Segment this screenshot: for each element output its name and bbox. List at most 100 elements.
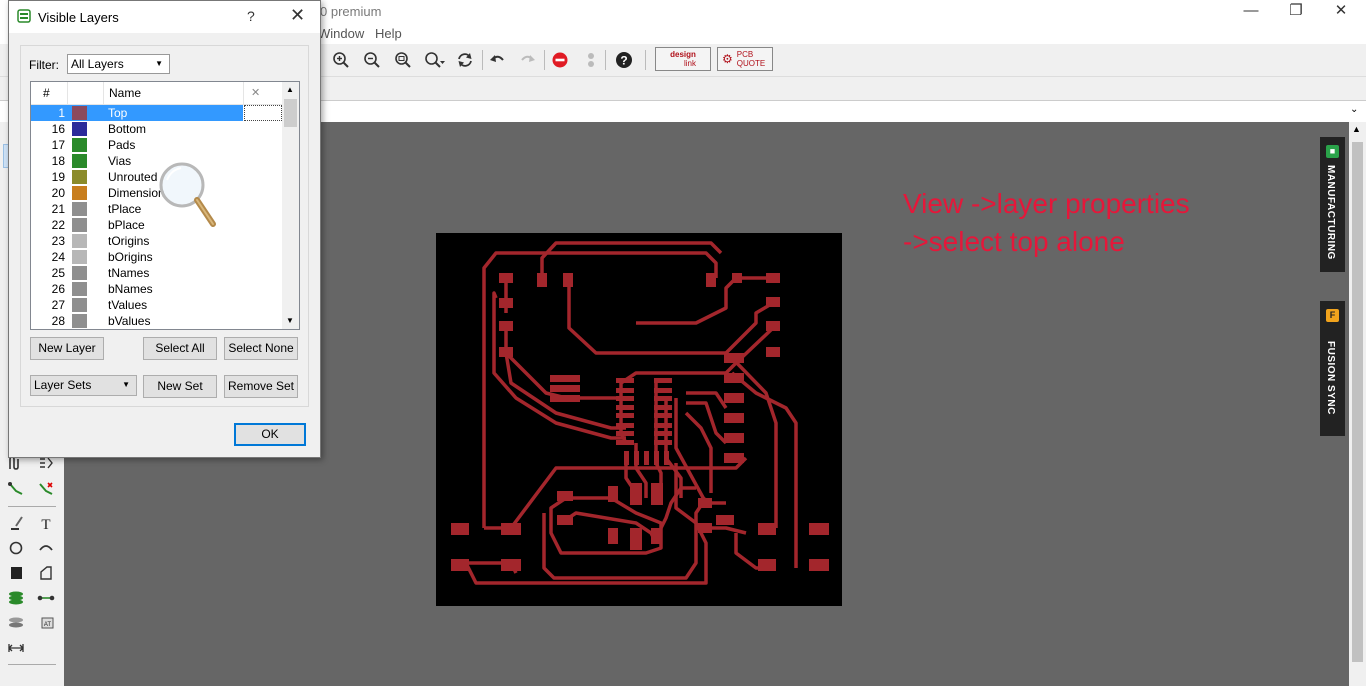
filter-label: Filter:: [29, 58, 59, 72]
clear-column-icon[interactable]: ✕: [251, 86, 260, 99]
layers-icon[interactable]: [4, 587, 28, 609]
zoom-fit-icon[interactable]: [391, 48, 415, 72]
arc-icon[interactable]: [34, 537, 58, 559]
zoom-in-icon[interactable]: [329, 48, 353, 72]
svg-text:?: ?: [620, 54, 627, 68]
menu-help[interactable]: Help: [375, 26, 402, 41]
layer-name: tOrigins: [108, 234, 150, 248]
redo-icon[interactable]: [516, 48, 540, 72]
fusion-icon: F: [1326, 309, 1339, 322]
layer-number: 28: [51, 314, 65, 328]
layer-name: Top: [108, 106, 128, 120]
pcb-board[interactable]: [436, 233, 842, 606]
layer-color-swatch[interactable]: [72, 314, 87, 328]
design-link-label-2: link: [683, 59, 696, 68]
stack-icon[interactable]: [4, 612, 28, 634]
layer-color-swatch[interactable]: [72, 202, 87, 216]
new-layer-button[interactable]: New Layer: [30, 337, 104, 360]
scroll-up-icon[interactable]: ▲: [1352, 124, 1361, 134]
rectangle-icon[interactable]: [4, 562, 28, 584]
layer-name: tPlace: [108, 202, 142, 216]
layer-color-swatch[interactable]: [72, 250, 87, 264]
layer-color-swatch[interactable]: [72, 298, 87, 312]
design-link-button[interactable]: design link: [655, 47, 711, 71]
signal-icon[interactable]: [34, 587, 58, 609]
restore-button[interactable]: ❐: [1273, 0, 1319, 24]
layer-color-swatch[interactable]: [72, 234, 87, 248]
stop-icon[interactable]: [548, 48, 572, 72]
layer-row[interactable]: 26 bNames: [31, 281, 283, 297]
tool-divider: [8, 506, 56, 507]
circle-icon[interactable]: [4, 537, 28, 559]
menu-window[interactable]: Window: [318, 26, 364, 41]
pcb-quote-button[interactable]: ⚙ PCB QUOTE: [717, 47, 773, 71]
help-icon[interactable]: ?: [612, 48, 636, 72]
side-tab-manufacturing[interactable]: ■ MANUFACTURING: [1320, 137, 1345, 272]
layer-row[interactable]: 27 tValues: [31, 297, 283, 313]
layer-color-swatch[interactable]: [72, 282, 87, 296]
layer-list-scrollbar[interactable]: ▲ ▼: [282, 82, 299, 329]
layer-color-swatch[interactable]: [72, 186, 87, 200]
refresh-icon[interactable]: [453, 48, 477, 72]
line-icon[interactable]: [4, 512, 28, 534]
filter-select[interactable]: All Layers ▼: [67, 54, 170, 74]
layer-name: Unrouted: [108, 170, 158, 184]
scroll-up-icon[interactable]: ▲: [286, 85, 294, 94]
new-set-button[interactable]: New Set: [143, 375, 217, 398]
layer-number: 21: [51, 202, 65, 216]
side-tab-manufacturing-label: MANUFACTURING: [1325, 165, 1336, 260]
side-tab-fusion-sync[interactable]: F FUSION SYNC: [1320, 301, 1345, 436]
zoom-select-icon[interactable]: [423, 48, 447, 72]
layer-row[interactable]: 28 bValues: [31, 313, 283, 329]
ok-button[interactable]: OK: [234, 423, 306, 446]
dialog-close-button[interactable]: ✕: [290, 5, 305, 26]
layer-number: 17: [51, 138, 65, 152]
chevron-down-icon[interactable]: ⌄: [1350, 104, 1358, 115]
remove-set-button[interactable]: Remove Set: [224, 375, 298, 398]
annotation-text: View ->layer properties ->select top alo…: [903, 185, 1190, 261]
layer-row[interactable]: 17 Pads: [31, 137, 283, 153]
manufacturing-icon: ■: [1326, 145, 1339, 158]
select-none-button[interactable]: Select None: [224, 337, 298, 360]
layer-color-swatch[interactable]: [72, 106, 87, 120]
dimension-icon[interactable]: [4, 637, 28, 659]
layer-sets-dropdown[interactable]: Layer Sets ▼: [30, 375, 137, 396]
select-all-button[interactable]: Select All: [143, 337, 217, 360]
layer-color-swatch[interactable]: [72, 122, 87, 136]
layer-row[interactable]: 16 Bottom: [31, 121, 283, 137]
dialog-help-button[interactable]: ?: [247, 8, 255, 24]
column-header-number[interactable]: #: [43, 86, 50, 100]
polygon-icon[interactable]: [34, 562, 58, 584]
layer-row[interactable]: 24 bOrigins: [31, 249, 283, 265]
layer-row[interactable]: 25 tNames: [31, 265, 283, 281]
column-header-name[interactable]: Name: [109, 86, 141, 100]
minimize-button[interactable]: —: [1228, 0, 1274, 24]
column-divider: [103, 82, 104, 104]
layer-number: 20: [51, 186, 65, 200]
layer-color-swatch[interactable]: [72, 170, 87, 184]
text-icon[interactable]: T: [34, 512, 58, 534]
layer-row[interactable]: 23 tOrigins: [31, 233, 283, 249]
layer-row[interactable]: 1 Top: [31, 105, 283, 121]
layer-number: 19: [51, 170, 65, 184]
scroll-down-icon[interactable]: ▼: [286, 316, 294, 325]
side-tab-fusion-sync-label: FUSION SYNC: [1325, 341, 1336, 415]
layer-number: 1: [58, 106, 65, 120]
route-icon[interactable]: [4, 478, 28, 500]
layer-color-swatch[interactable]: [72, 154, 87, 168]
pause-icon[interactable]: [579, 48, 603, 72]
layer-color-swatch[interactable]: [72, 138, 87, 152]
layer-color-swatch[interactable]: [72, 218, 87, 232]
annotation-line-2: ->select top alone: [903, 226, 1125, 257]
caret-down-icon: ▼: [122, 380, 130, 389]
canvas-vertical-scrollbar[interactable]: ▲: [1349, 122, 1366, 686]
layer-list-scroll-thumb[interactable]: [284, 99, 297, 127]
ripup-icon[interactable]: [34, 478, 58, 500]
close-button[interactable]: ✕: [1318, 0, 1364, 24]
undo-icon[interactable]: [485, 48, 509, 72]
zoom-out-icon[interactable]: [360, 48, 384, 72]
layer-color-swatch[interactable]: [72, 266, 87, 280]
pcb-quote-label-2: QUOTE: [736, 59, 766, 68]
attribute-icon[interactable]: AT: [34, 612, 58, 634]
scroll-thumb[interactable]: [1352, 142, 1363, 662]
